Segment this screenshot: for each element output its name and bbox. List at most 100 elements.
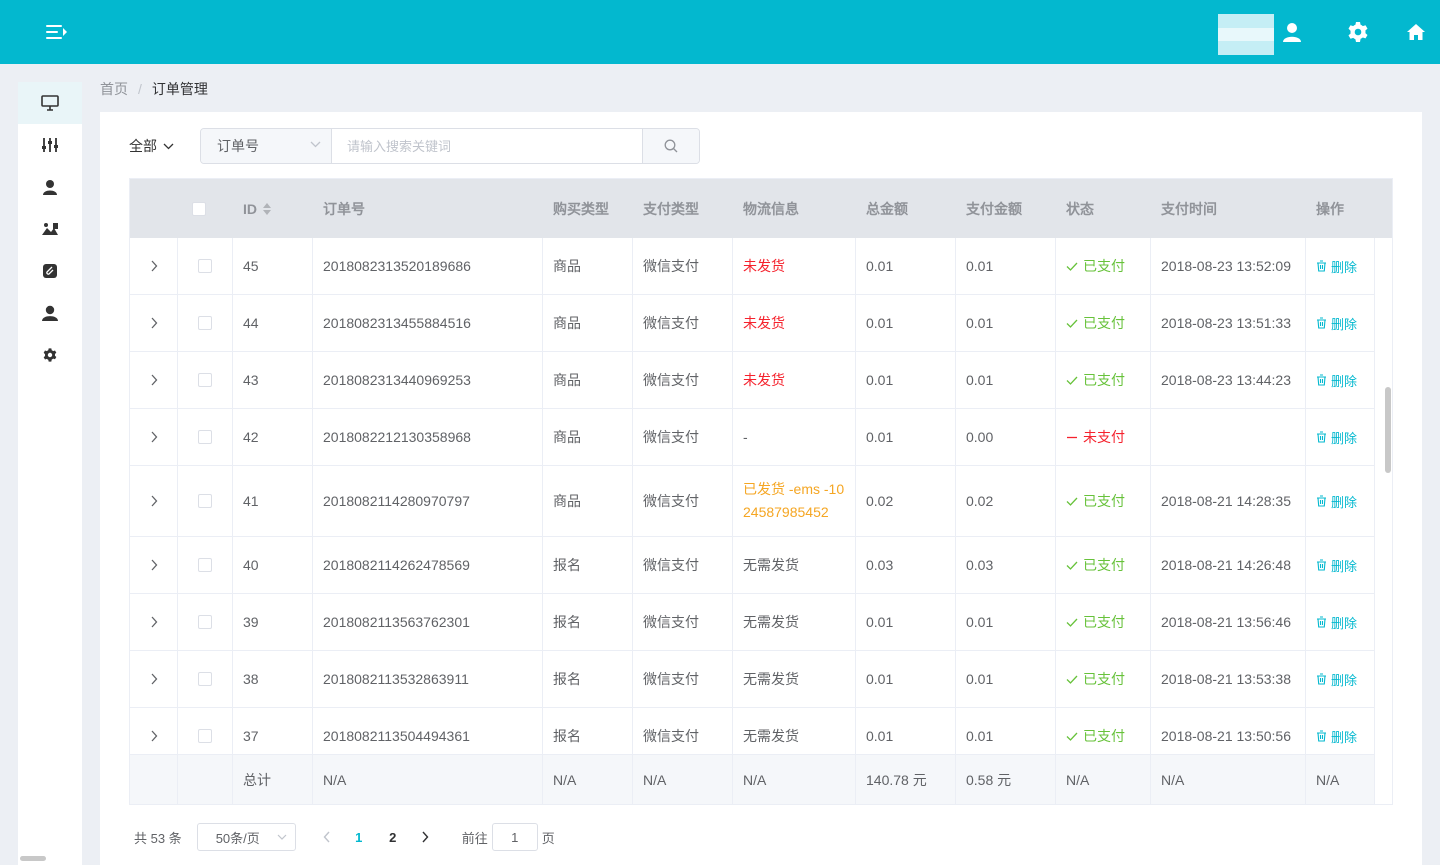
logistics-text: 无需发货 [743, 614, 799, 630]
sidebar-item-users[interactable] [18, 166, 82, 208]
logistics-cell: 无需发货 [733, 594, 856, 650]
chevron-right-icon[interactable] [150, 431, 158, 443]
cell-id: 39 [233, 594, 313, 650]
chevron-right-icon[interactable] [150, 317, 158, 329]
delete-button[interactable]: 删除 [1316, 257, 1357, 276]
breadcrumb-home-link[interactable]: 首页 [100, 79, 128, 99]
row-checkbox[interactable] [198, 672, 212, 686]
status-badge: 已支付 [1066, 313, 1125, 333]
status-badge: 已支付 [1066, 491, 1125, 511]
table-row[interactable]: 42 2018082212130358968 商品 微信支付 - 0.01 0.00 未支付 删… [130, 409, 1375, 466]
row-checkbox[interactable] [198, 373, 212, 387]
top-header-bar [0, 0, 1440, 64]
delete-button[interactable]: 删除 [1316, 670, 1357, 689]
delete-button[interactable]: 删除 [1316, 556, 1357, 575]
next-page-button[interactable] [410, 823, 440, 851]
cell-pay-type: 微信支付 [633, 537, 733, 593]
page-size-value: 50条/页 [215, 830, 260, 846]
user-icon[interactable] [1280, 20, 1304, 44]
search-field-select[interactable]: 订单号 [201, 129, 332, 163]
user-avatar-placeholder[interactable] [1218, 14, 1274, 55]
logistics-cell: 无需发货 [733, 537, 856, 593]
status-badge: 已支付 [1066, 726, 1125, 746]
check-icon [1066, 618, 1078, 627]
table-row[interactable]: 40 2018082114262478569 报名 微信支付 无需发货 0.03 0.03 已… [130, 537, 1375, 594]
table-scrollbar[interactable] [1385, 387, 1391, 473]
row-checkbox[interactable] [198, 494, 212, 508]
status-badge: 已支付 [1066, 612, 1125, 632]
row-checkbox[interactable] [198, 259, 212, 273]
table-row[interactable]: 45 2018082313520189686 商品 微信支付 未发货 0.01 0.01 已支… [130, 238, 1375, 295]
summary-buy-type: N/A [543, 755, 633, 804]
chevron-down-icon [310, 141, 321, 148]
sidebar-item-dashboard[interactable] [18, 82, 82, 124]
summary-action: N/A [1306, 755, 1375, 804]
delete-button[interactable]: 删除 [1316, 492, 1357, 511]
sidebar-item-media[interactable] [18, 208, 82, 250]
home-icon[interactable] [1404, 20, 1428, 44]
chevron-down-icon [277, 834, 287, 840]
cell-order-no: 2018082313455884516 [313, 295, 543, 351]
sidebar-item-members[interactable] [18, 292, 82, 334]
row-checkbox[interactable] [198, 558, 212, 572]
summary-pay-type: N/A [633, 755, 733, 804]
check-icon [1066, 561, 1078, 570]
logistics-text: 无需发货 [743, 671, 799, 687]
sort-caret-icon[interactable] [263, 202, 272, 215]
prev-page-button[interactable] [312, 823, 342, 851]
cell-buy-type: 商品 [543, 238, 633, 294]
cell-id: 41 [233, 466, 313, 536]
row-checkbox[interactable] [198, 615, 212, 629]
delete-button[interactable]: 删除 [1316, 371, 1357, 390]
column-header-pay-time: 支付时间 [1161, 200, 1217, 217]
cell-order-no: 2018082212130358968 [313, 409, 543, 465]
delete-button[interactable]: 删除 [1316, 727, 1357, 746]
scope-filter-dropdown[interactable]: 全部 [129, 136, 174, 156]
chevron-right-icon[interactable] [150, 616, 158, 628]
hamburger-fold-icon[interactable] [46, 22, 68, 42]
chevron-right-icon[interactable] [150, 730, 158, 742]
chevron-right-icon[interactable] [150, 374, 158, 386]
table-row[interactable]: 43 2018082313440969253 商品 微信支付 未发货 0.01 0.01 已支… [130, 352, 1375, 409]
goto-page-input[interactable] [491, 823, 538, 851]
delete-button[interactable]: 删除 [1316, 428, 1357, 447]
sidebar-item-attachments[interactable] [18, 250, 82, 292]
page-size-select[interactable]: 50条/页 [196, 823, 296, 851]
delete-button[interactable]: 删除 [1316, 613, 1357, 632]
page-number-2[interactable]: 2 [376, 823, 410, 851]
chevron-right-icon[interactable] [150, 495, 158, 507]
select-all-checkbox[interactable] [192, 201, 206, 216]
summary-paid: 0.58 元 [956, 755, 1056, 804]
table-row[interactable]: 44 2018082313455884516 商品 微信支付 未发货 0.01 0.01 已支… [130, 295, 1375, 352]
row-checkbox-cell [178, 537, 233, 593]
user-icon [43, 180, 57, 195]
cell-id: 40 [233, 537, 313, 593]
row-checkbox[interactable] [198, 729, 212, 743]
delete-button[interactable]: 删除 [1316, 314, 1357, 333]
row-checkbox[interactable] [198, 316, 212, 330]
column-header-pay-type: 支付类型 [643, 200, 699, 217]
cell-total: 0.01 [856, 651, 956, 707]
chevron-right-icon[interactable] [150, 559, 158, 571]
chevron-right-icon[interactable] [150, 673, 158, 685]
cell-order-no: 2018082313440969253 [313, 352, 543, 408]
chevron-right-icon[interactable] [150, 260, 158, 272]
row-expand-cell [130, 651, 178, 707]
sidebar-item-system-settings[interactable] [18, 334, 82, 376]
trash-icon [1317, 673, 1326, 685]
cell-paid: 0.01 [956, 651, 1056, 707]
table-row[interactable]: 38 2018082113532863911 报名 微信支付 无需发货 0.01 0.01 已… [130, 651, 1375, 708]
table-row[interactable]: 41 2018082114280970797 商品 微信支付 已发货 -ems -102… [130, 466, 1375, 537]
trash-icon [1317, 495, 1326, 507]
logistics-text: 无需发货 [743, 557, 799, 573]
sidebar-item-settings-sliders[interactable] [18, 124, 82, 166]
column-header-id[interactable]: ID [243, 179, 272, 238]
page-number-1[interactable]: 1 [342, 823, 376, 851]
search-button[interactable] [642, 129, 699, 163]
search-input[interactable] [332, 129, 642, 163]
sidebar-scrollbar[interactable] [20, 856, 46, 861]
table-row[interactable]: 39 2018082113563762301 报名 微信支付 无需发货 0.01 0.01 已… [130, 594, 1375, 651]
row-checkbox[interactable] [198, 430, 212, 444]
column-header-order-no: 订单号 [323, 200, 365, 217]
gear-icon[interactable] [1346, 20, 1370, 44]
